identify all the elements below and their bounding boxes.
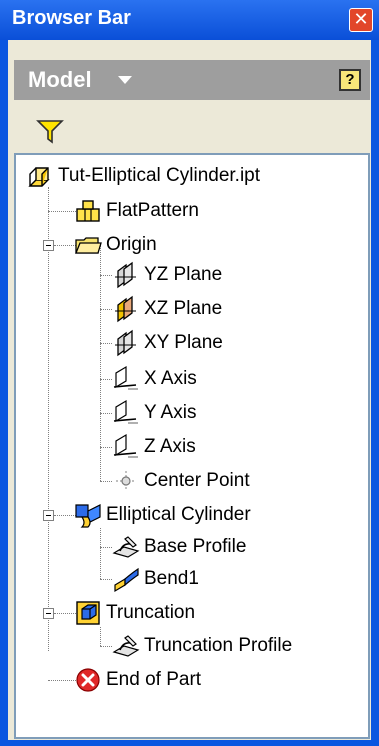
collapse-toggle-truncation[interactable] [43, 608, 54, 619]
tree-connector [48, 187, 49, 651]
plane-icon [115, 261, 136, 289]
tree-item-base-profile[interactable]: Base Profile [112, 532, 246, 562]
tree-item-label: YZ Plane [144, 264, 223, 285]
tree-root-part[interactable]: Tut-Elliptical Cylinder.ipt [26, 161, 260, 191]
tree-connector [54, 613, 76, 614]
end-of-part-icon [76, 668, 100, 692]
tree-item-elliptical-cylinder[interactable]: Elliptical Cylinder [74, 500, 251, 530]
close-button[interactable]: ✕ [349, 8, 373, 32]
tree-connector [100, 343, 112, 344]
tree-connector [100, 481, 112, 482]
tree-item-label: XZ Plane [144, 298, 223, 319]
tree-connector [54, 245, 76, 246]
plane-icon [115, 329, 136, 357]
tree-item-label: Truncation Profile [144, 635, 293, 656]
axis-icon [113, 433, 138, 458]
tree-item-label: Base Profile [144, 536, 247, 557]
cut-feature-icon [76, 601, 100, 625]
tree-connector [100, 579, 112, 580]
center-point-icon [116, 471, 136, 491]
tree-connector [100, 275, 112, 276]
tree-item-truncation[interactable]: Truncation [74, 598, 195, 628]
tree-connector [48, 211, 76, 212]
tree-connector [100, 547, 112, 548]
tree-item-yz-plane[interactable]: YZ Plane [112, 260, 222, 290]
tree-item-x-axis[interactable]: X Axis [112, 364, 197, 394]
collapse-toggle-elliptical-cylinder[interactable] [43, 510, 54, 521]
title-bar[interactable]: Browser Bar ✕ [0, 0, 379, 40]
sketch-icon [112, 635, 140, 657]
collapse-toggle-origin[interactable] [43, 240, 54, 251]
flat-pattern-icon [76, 200, 100, 222]
tree-item-bend1[interactable]: Bend1 [112, 564, 199, 594]
browser-bar-window: Browser Bar ✕ Model ? Tut-Elliptical Cyl… [0, 0, 379, 746]
tree-item-label: Y Axis [144, 402, 197, 423]
model-dropdown[interactable]: Model ? [14, 60, 370, 100]
model-tree: Tut-Elliptical Cylinder.ipt FlatPattern … [14, 153, 370, 739]
plane-highlighted-icon [115, 295, 136, 323]
tree-connector [100, 447, 112, 448]
tree-connector [100, 646, 112, 647]
part-icon [28, 167, 50, 187]
tree-item-label: Truncation [106, 602, 196, 623]
tree-connector [100, 627, 101, 646]
folder-icon [75, 237, 102, 254]
tree-item-center-point[interactable]: Center Point [112, 466, 250, 496]
tree-item-y-axis[interactable]: Y Axis [112, 398, 196, 428]
tree-item-label: Bend1 [144, 568, 199, 589]
model-label: Model [28, 67, 92, 92]
sketch-icon [112, 536, 140, 558]
tree-item-xy-plane[interactable]: XY Plane [112, 328, 223, 358]
tree-connector [100, 379, 112, 380]
chevron-down-icon [118, 76, 132, 84]
tree-item-label: Elliptical Cylinder [106, 504, 251, 525]
tree-item-label: FlatPattern [106, 200, 199, 221]
tree-item-end-of-part[interactable]: End of Part [74, 665, 201, 695]
tree-item-label: Z Axis [144, 436, 196, 457]
tree-item-origin[interactable]: Origin [74, 230, 157, 260]
tree-item-xz-plane[interactable]: XZ Plane [112, 294, 222, 324]
window-title: Browser Bar [12, 7, 131, 29]
tree-connector [100, 309, 112, 310]
axis-icon [113, 365, 138, 390]
tree-item-label: X Axis [144, 368, 197, 389]
bend-icon [114, 567, 139, 593]
tree-connector [48, 680, 76, 681]
tree-item-label: Tut-Elliptical Cylinder.ipt [58, 165, 261, 186]
tree-item-z-axis[interactable]: Z Axis [112, 432, 196, 462]
tree-item-flatpattern[interactable]: FlatPattern [74, 196, 199, 226]
tree-item-label: XY Plane [144, 332, 223, 353]
tree-connector [100, 245, 101, 481]
tree-connector [100, 413, 112, 414]
help-button[interactable]: ? [339, 69, 361, 91]
tree-connector [54, 515, 76, 516]
tree-item-truncation-profile[interactable]: Truncation Profile [112, 631, 292, 661]
tree-item-label: Origin [106, 234, 157, 255]
tree-item-label: End of Part [106, 669, 202, 690]
tree-connector [100, 528, 101, 579]
axis-icon [113, 399, 138, 424]
filter-icon[interactable] [36, 118, 64, 144]
tree-item-label: Center Point [144, 470, 250, 491]
sheet-metal-face-icon [75, 504, 101, 528]
